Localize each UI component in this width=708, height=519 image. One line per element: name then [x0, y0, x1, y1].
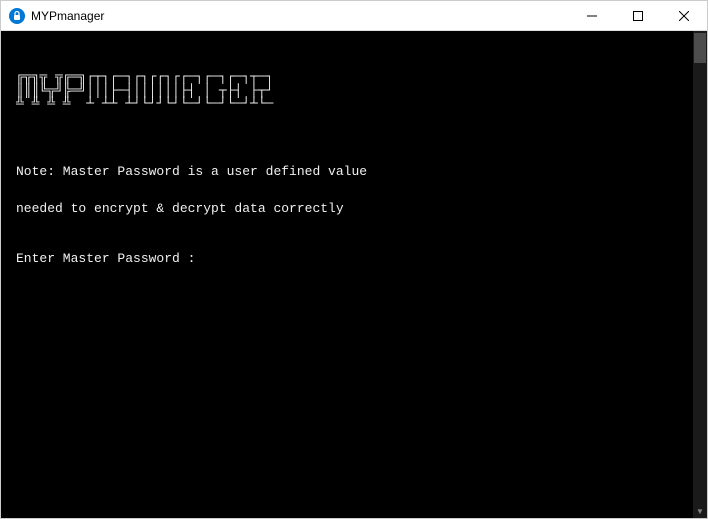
minimize-button[interactable]	[569, 1, 615, 30]
note-line-1: Note: Master Password is a user defined …	[16, 163, 678, 181]
terminal-container: ╔╦╗╦ ╦╔═╗┌┬┐┌─┐┌┐┌┌┐┌┌─┐┌─┐┌─┐┬─┐ ║║║╚╦╝…	[1, 31, 707, 518]
ascii-banner: ╔╦╗╦ ╦╔═╗┌┬┐┌─┐┌┐┌┌┐┌┌─┐┌─┐┌─┐┬─┐ ║║║╚╦╝…	[16, 70, 678, 111]
note-line-2: needed to encrypt & decrypt data correct…	[16, 200, 678, 218]
terminal[interactable]: ╔╦╗╦ ╦╔═╗┌┬┐┌─┐┌┐┌┌┐┌┌─┐┌─┐┌─┐┬─┐ ║║║╚╦╝…	[4, 34, 690, 515]
close-button[interactable]	[661, 1, 707, 30]
window-controls	[569, 1, 707, 30]
scrollbar-thumb[interactable]	[694, 33, 706, 63]
maximize-button[interactable]	[615, 1, 661, 30]
window-title: MYPmanager	[31, 9, 569, 23]
password-prompt[interactable]: Enter Master Password :	[16, 250, 678, 268]
scroll-down-arrow[interactable]: ▼	[693, 504, 707, 518]
vertical-scrollbar[interactable]: ▲ ▼	[693, 31, 707, 518]
titlebar[interactable]: MYPmanager	[1, 1, 707, 31]
app-window: MYPmanager ╔╦╗╦ ╦╔═╗┌┬┐┌─┐┌┐┌┌┐┌┌─┐┌─┐┌─…	[0, 0, 708, 519]
app-icon	[9, 8, 25, 24]
